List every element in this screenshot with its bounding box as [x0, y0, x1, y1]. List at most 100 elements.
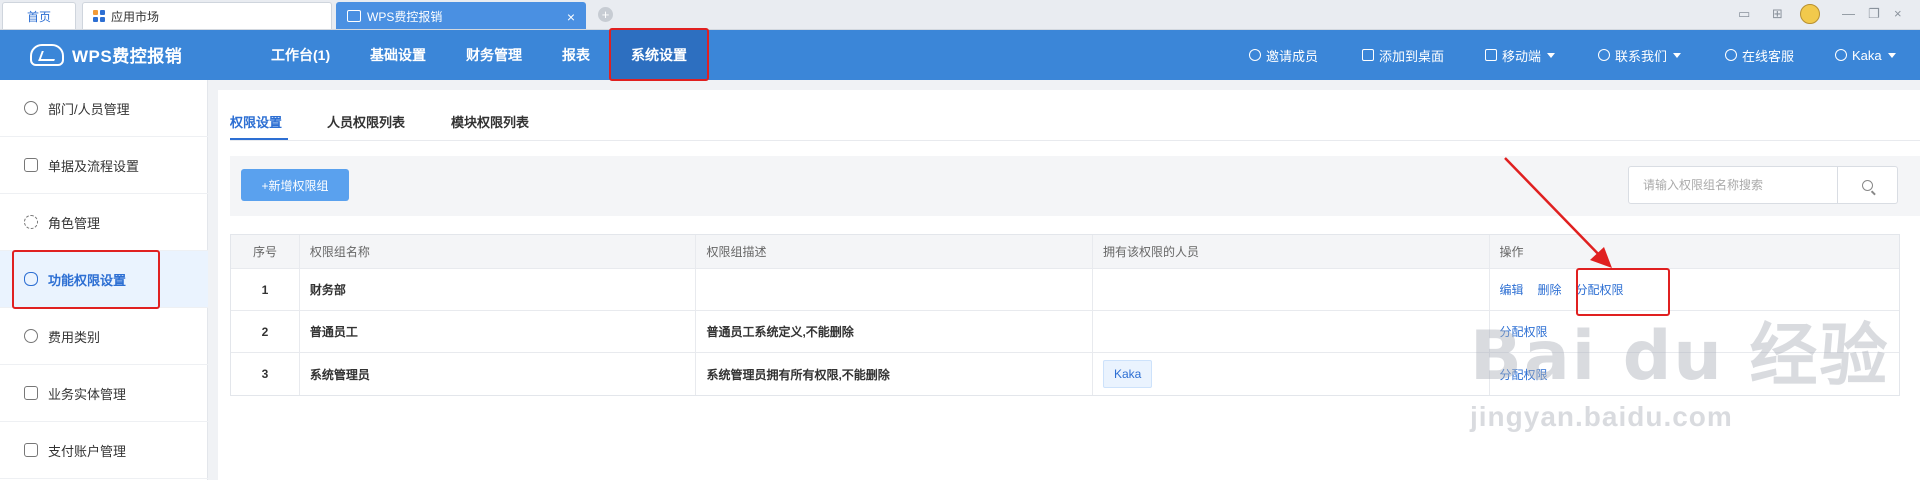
group-members: Kaka	[1093, 353, 1490, 395]
restore-icon[interactable]: ❐	[1868, 6, 1880, 22]
group-description	[696, 269, 1093, 310]
minimize-icon[interactable]: —	[1842, 6, 1855, 21]
printer-icon	[24, 158, 38, 172]
grid-icon	[1485, 49, 1497, 61]
assign-permission-link[interactable]: 分配权限	[1500, 366, 1548, 383]
sidebar-toggle-icon[interactable]: ▭	[1738, 6, 1750, 22]
highlight-box-system-settings	[609, 28, 709, 81]
mobile-label: 移动端	[1502, 48, 1542, 64]
user-icon	[24, 101, 38, 115]
search-button[interactable]	[1837, 167, 1897, 203]
online-service-button[interactable]: 在线客服	[1725, 30, 1794, 80]
tab-module-permissions[interactable]: 模块权限列表	[451, 112, 529, 131]
column-header-no: 序号	[231, 235, 300, 268]
nav-workbench[interactable]: 工作台(1)	[271, 30, 330, 80]
tab-divider	[230, 140, 1920, 141]
app-logo-text: WPS费控报销	[72, 47, 183, 66]
tab-permission-settings[interactable]: 权限设置	[230, 112, 282, 131]
nav-reports[interactable]: 报表	[562, 30, 590, 80]
add-permission-group-button[interactable]: +新增权限组	[241, 169, 349, 201]
search-icon	[1862, 179, 1873, 191]
member-tag: Kaka	[1102, 360, 1153, 388]
sidebar-item-label: 支付账户管理	[48, 443, 127, 459]
sidebar-item-business-entities[interactable]: 业务实体管理	[0, 365, 208, 422]
search-box	[1628, 166, 1898, 204]
group-name: 普通员工	[300, 311, 697, 352]
user-icon	[1835, 49, 1847, 61]
app-header: WPS费控报销 工作台(1) 基础设置 财务管理 报表 系统设置 邀请成员 添加…	[0, 30, 1920, 80]
user-avatar-icon[interactable]	[1800, 4, 1820, 24]
table-row: 2 普通员工 普通员工系统定义,不能删除 分配权限	[231, 311, 1899, 353]
row-number: 2	[231, 311, 300, 352]
add-to-desktop-button[interactable]: 添加到桌面	[1362, 30, 1444, 80]
tab-user-permissions[interactable]: 人员权限列表	[327, 112, 405, 131]
browser-tab-wps[interactable]: WPS费控报销 ×	[336, 2, 586, 29]
browser-tab-home[interactable]: 首页	[2, 2, 76, 29]
plus-circle-icon	[1249, 49, 1261, 61]
user-menu[interactable]: Kaka	[1835, 30, 1896, 80]
table-row: 3 系统管理员 系统管理员拥有所有权限,不能删除 Kaka 分配权限	[231, 353, 1899, 395]
contact-us-label: 联系我们	[1615, 48, 1668, 64]
browser-tab-app-market[interactable]: 应用市场	[82, 2, 332, 29]
group-description: 普通员工系统定义,不能删除	[696, 311, 1093, 352]
loading-icon	[24, 215, 38, 229]
new-tab-button[interactable]: +	[598, 7, 613, 22]
sidebar-item-label: 部门/人员管理	[48, 101, 130, 117]
chevron-down-icon	[1547, 52, 1556, 58]
chevron-down-icon	[1887, 52, 1896, 58]
group-members	[1093, 311, 1490, 352]
nav-finance[interactable]: 财务管理	[466, 30, 522, 80]
sidebar-item-label: 角色管理	[48, 215, 101, 231]
sidebar-item-departments[interactable]: 部门/人员管理	[0, 80, 208, 137]
online-service-label: 在线客服	[1742, 48, 1795, 64]
invite-member-button[interactable]: 邀请成员	[1249, 30, 1318, 80]
row-actions: 分配权限	[1490, 353, 1900, 395]
column-header-name: 权限组名称	[300, 235, 697, 268]
table-header-row: 序号 权限组名称 权限组描述 拥有该权限的人员 操作	[231, 235, 1899, 269]
nav-basic-settings[interactable]: 基础设置	[370, 30, 426, 80]
invite-member-label: 邀请成员	[1266, 48, 1319, 64]
monitor-icon	[1362, 49, 1374, 61]
chevron-down-icon	[1673, 52, 1682, 58]
delete-link[interactable]: 删除	[1538, 281, 1562, 298]
column-header-description: 权限组描述	[696, 235, 1093, 268]
browser-tab-label: 首页	[26, 9, 51, 24]
add-to-desktop-label: 添加到桌面	[1379, 48, 1445, 64]
close-icon[interactable]: ×	[567, 9, 575, 25]
window-close-icon[interactable]: ×	[1894, 6, 1902, 21]
highlight-box-assign-permission	[1576, 268, 1670, 316]
window-icon	[347, 10, 361, 22]
browser-tab-label: WPS费控报销	[367, 9, 443, 24]
sidebar-item-label: 费用类别	[48, 329, 101, 345]
sidebar-item-roles[interactable]: 角色管理	[0, 194, 208, 251]
apps-grid-icon[interactable]: ⊞	[1772, 6, 1783, 22]
cloud-logo-icon	[30, 43, 64, 66]
group-description: 系统管理员拥有所有权限,不能删除	[696, 353, 1093, 395]
column-header-members: 拥有该权限的人员	[1093, 235, 1490, 268]
row-number: 3	[231, 353, 300, 395]
row-number: 1	[231, 269, 300, 310]
row-actions: 分配权限	[1490, 311, 1900, 352]
group-name: 系统管理员	[300, 353, 697, 395]
assign-permission-link[interactable]: 分配权限	[1500, 323, 1548, 340]
mobile-menu[interactable]: 移动端	[1485, 30, 1556, 80]
browser-tab-label: 应用市场	[111, 9, 160, 24]
browser-tab-bar: 首页 应用市场 WPS费控报销 × + ▭ ⊞ — ❐ ×	[0, 0, 1920, 30]
contact-us-menu[interactable]: 联系我们	[1598, 30, 1682, 80]
group-name: 财务部	[300, 269, 697, 310]
app-logo[interactable]: WPS费控报销	[30, 42, 182, 67]
card-icon	[24, 443, 38, 457]
search-input[interactable]	[1629, 167, 1837, 203]
building-icon	[24, 386, 38, 400]
group-members	[1093, 269, 1490, 310]
sidebar-item-forms-workflow[interactable]: 单据及流程设置	[0, 137, 208, 194]
wechat-icon	[1598, 49, 1610, 61]
edit-link[interactable]: 编辑	[1500, 281, 1524, 298]
sidebar-item-payment-accounts[interactable]: 支付账户管理	[0, 422, 208, 479]
sidebar-item-expense-types[interactable]: 费用类别	[0, 308, 208, 365]
user-name: Kaka	[1852, 47, 1882, 63]
smile-icon	[1725, 49, 1737, 61]
row-actions: 编辑 删除 分配权限	[1490, 269, 1900, 310]
highlight-box-permissions	[12, 250, 160, 309]
column-header-actions: 操作	[1499, 245, 1524, 259]
